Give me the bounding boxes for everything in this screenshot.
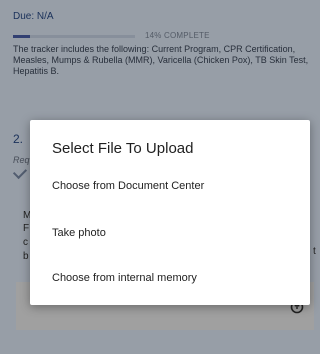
dialog-title: Select File To Upload [52,140,194,157]
option-document-center[interactable]: Choose from Document Center [30,169,310,205]
screen: Due: N/A 14% COMPLETE The tracker includ… [0,0,320,354]
select-file-dialog: Select File To Upload Choose from Docume… [30,120,310,305]
option-internal-memory[interactable]: Choose from internal memory [30,261,310,297]
option-label: Choose from Document Center [52,180,205,192]
option-label: Choose from internal memory [52,272,197,284]
option-take-photo[interactable]: Take photo [30,216,310,252]
option-label: Take photo [52,227,106,239]
